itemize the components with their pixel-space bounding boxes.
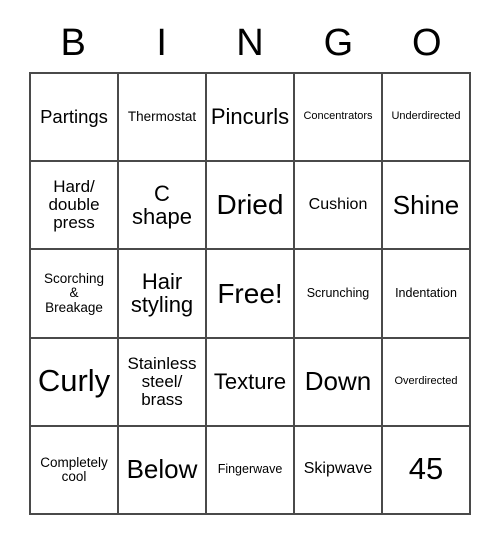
bingo-cell-label: C shape [132,180,192,230]
bingo-cell[interactable]: Below [119,426,207,515]
bingo-cell-label: Cushion [308,195,368,213]
bingo-cell[interactable]: Underdirected [383,74,471,163]
bingo-cell-label: Skipwave [303,460,373,478]
bingo-cell[interactable]: Curly [31,338,119,427]
bingo-cell-label: Underdirected [391,110,461,123]
bingo-cell-label: Hard/ double press [48,177,100,233]
bingo-header-letter-b: B [60,22,86,64]
bingo-cell[interactable]: Scrunching [295,250,383,339]
bingo-cell-label: Indentation [395,285,457,300]
bingo-cell[interactable]: C shape [119,162,207,251]
bingo-cell[interactable]: Fingerwave [207,426,295,515]
bingo-cell[interactable]: Dried [207,162,295,251]
bingo-cell[interactable]: Pincurls [207,74,295,163]
bingo-cell[interactable]: Indentation [383,250,471,339]
bingo-cell[interactable]: Overdirected [383,338,471,427]
bingo-cell[interactable]: Stainless steel/ brass [119,338,207,427]
bingo-cell-label: Stainless steel/ brass [127,353,197,409]
bingo-cell[interactable]: Hard/ double press [31,162,119,251]
bingo-cell[interactable]: Partings [31,74,119,163]
bingo-cell-label: Down [304,365,372,396]
bingo-cell[interactable]: Shine [383,162,471,251]
bingo-cell-label: Curly [37,363,111,399]
bingo-header-letter-g: G [323,22,354,64]
bingo-cell-label: Completely cool [40,454,108,484]
bingo-header-letter-o: O [412,22,442,64]
bingo-cell-label: Free! [217,277,283,309]
bingo-cell-label: Partings [40,106,108,128]
bingo-cell-label: Scorching & Breakage [43,271,105,315]
bingo-cell[interactable]: Completely cool [31,426,119,515]
bingo-cell[interactable]: 45 [383,426,471,515]
bingo-cell[interactable]: Concentrators [295,74,383,163]
bingo-cell[interactable]: Hair styling [119,250,207,339]
bingo-cell-label: Hair styling [130,269,194,318]
bingo-cell[interactable]: Scorching & Breakage [31,250,119,339]
bingo-cell[interactable]: Skipwave [295,426,383,515]
bingo-cell-label: Concentrators [303,110,373,123]
bingo-cell[interactable]: Down [295,338,383,427]
bingo-cell-label: Overdirected [394,374,458,387]
bingo-cell-label: Pincurls [210,104,290,130]
bingo-cell[interactable]: Cushion [295,162,383,251]
bingo-cell-label: Scrunching [306,285,370,300]
bingo-cell-label: Texture [213,369,287,395]
bingo-cell[interactable]: Thermostat [119,74,207,163]
bingo-cell-label: Shine [392,189,460,220]
bingo-grid: Partings Thermostat Pincurls Concentrators U… [29,72,471,515]
bingo-cell[interactable]: Texture [207,338,295,427]
bingo-card: B I N G O Partings Thermostat Pincurls Conc… [0,0,500,544]
bingo-header-letter-i: I [156,22,167,64]
bingo-cell-label: 45 [408,451,444,487]
bingo-cell-label: Dried [216,189,284,221]
bingo-cell-label: Thermostat [127,108,197,124]
bingo-header: B I N G O [29,18,471,68]
bingo-cell-label: Below [126,454,198,485]
bingo-cell-label: Fingerwave [217,462,283,477]
bingo-cell[interactable]: Free! [207,250,295,339]
bingo-header-letter-n: N [236,22,264,64]
